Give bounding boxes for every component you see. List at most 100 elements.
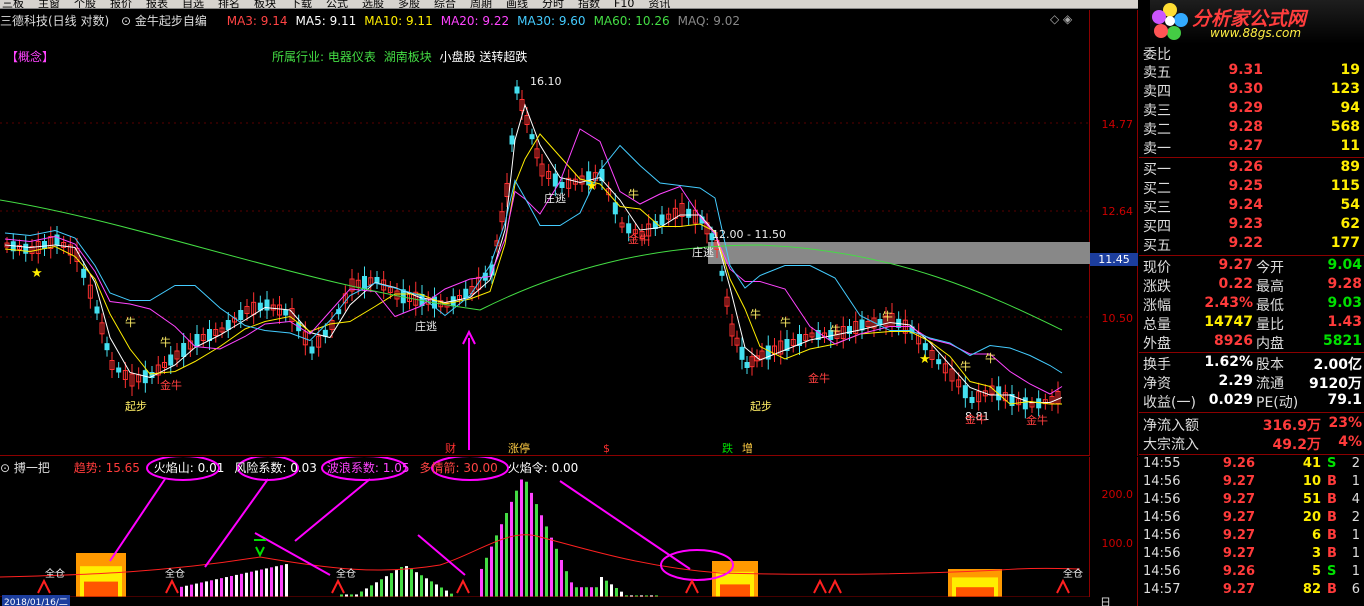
candle-body: [514, 86, 520, 94]
menu-item[interactable]: 报表: [146, 0, 168, 8]
ask-label: 卖四: [1143, 84, 1171, 100]
tick-volume: 51: [1302, 492, 1321, 507]
candle-body: [94, 306, 100, 314]
industry-label[interactable]: 所属行业: 电器仪表: [272, 50, 376, 64]
indicator-bar: [590, 587, 593, 597]
menu-item[interactable]: 主窗: [38, 0, 60, 8]
indicator-name-text: 搏一把: [13, 461, 50, 475]
tick-row: 14:55 9.26 41 S 2: [1141, 456, 1364, 474]
indicator-bar: [265, 568, 268, 597]
candle-body: [744, 362, 750, 368]
menu-item[interactable]: 资讯: [648, 0, 670, 8]
quote-value: 9120万: [1309, 376, 1362, 392]
separator: [1139, 352, 1364, 353]
menu-item[interactable]: 报价: [110, 0, 132, 8]
signal-zhangting: 涨停: [508, 441, 530, 455]
quote-value: 14747: [1204, 314, 1253, 330]
candle-body: [922, 343, 928, 351]
menu-item[interactable]: 板块: [254, 0, 276, 8]
quote-value: 9.03: [1327, 295, 1362, 311]
industry-line: 所属行业: 电器仪表 湖南板块 小盘股 送转超跌: [272, 48, 527, 65]
band-label: 12.00 - 11.50: [712, 228, 786, 241]
signal-triangle: [456, 578, 470, 594]
menu-item[interactable]: 下载: [290, 0, 312, 8]
menu-item[interactable]: F10: [614, 0, 634, 8]
ask-label: 卖二: [1143, 122, 1171, 138]
indicator-bar: [545, 526, 548, 597]
menu-item[interactable]: 公式: [326, 0, 348, 8]
candle-body: [739, 346, 745, 360]
indicator-axis: 200.0 100.0: [1090, 457, 1138, 606]
flow-value: 49.2万: [1272, 437, 1321, 453]
quote-row: 总量 14747 量比 1.43: [1141, 314, 1364, 333]
indicator-bar: [415, 572, 418, 597]
menu-item[interactable]: 三板: [2, 0, 24, 8]
candle-body: [626, 223, 632, 234]
tick-side: B: [1327, 582, 1337, 597]
indicator-bar: [285, 564, 288, 597]
indicator-bar: [615, 588, 618, 597]
indicator-name[interactable]: ⊙ 搏一把: [0, 461, 60, 475]
indicator-svg: 全仓 全仓 全仓 全仓: [0, 455, 1090, 598]
region-label[interactable]: 湖南板块: [384, 50, 432, 64]
concept-tag[interactable]: 【概念】: [6, 48, 54, 65]
chart-controls[interactable]: ◇ ◈: [1050, 12, 1072, 26]
menu-item[interactable]: 周期: [470, 0, 492, 8]
quote-label: 今开: [1256, 260, 1284, 276]
indicator-header: ⊙ 搏一把 趋势: 15.65 火焰山: 0.01 风险系数: 0.03 波浪系数:…: [0, 459, 598, 476]
quote-label: 流通: [1256, 376, 1284, 392]
quote-label: 收益(一): [1143, 395, 1196, 411]
quan-cang-label: 全仓: [336, 567, 356, 580]
bid-volume: 115: [1330, 178, 1360, 194]
menu-item[interactable]: 选股: [362, 0, 384, 8]
tick-price: 9.26: [1222, 564, 1255, 579]
menu-item[interactable]: 画线: [506, 0, 528, 8]
stock-title[interactable]: 三德科技(日线 对数): [0, 14, 109, 28]
tick-volume: 6: [1311, 528, 1321, 543]
indicator-tick: 100.0: [1101, 537, 1134, 550]
indicator-bar: [275, 566, 278, 597]
indicator-bar: [190, 584, 193, 597]
signal-triangle: [813, 578, 827, 594]
flow-row: 净流入额 316.9万 23%: [1141, 415, 1364, 434]
order-ratio-label: 委比: [1143, 47, 1171, 63]
bid-label: 买三: [1143, 200, 1171, 216]
tick-time: 14:55: [1143, 456, 1181, 471]
bid-row: 买五 9.22 177: [1141, 235, 1364, 254]
indicator-bar: [260, 569, 263, 597]
quote-value: 2.29: [1218, 373, 1253, 389]
tick-side: B: [1327, 546, 1337, 561]
menu-item[interactable]: 综合: [434, 0, 456, 8]
candle-body: [859, 319, 865, 331]
ask-price: 9.27: [1228, 138, 1263, 154]
indicator-bar: [235, 574, 238, 597]
menu-item[interactable]: 分时: [542, 0, 564, 8]
ask-price: 9.29: [1228, 100, 1263, 116]
menu-item[interactable]: 个股: [74, 0, 96, 8]
indicator-bar: [500, 524, 503, 597]
indicator-bar: [385, 576, 388, 597]
candle-body: [225, 320, 231, 330]
kline-chart[interactable]: 16.10 12.00 - 11.50 8.81 起步 起步 金牛 金牛 金牛 金牛 金牛牛牛牛牛…: [0, 10, 1090, 456]
quote-label: 换手: [1143, 357, 1171, 373]
price-tick: 10.50: [1101, 312, 1134, 325]
menu-item[interactable]: 自选: [182, 0, 204, 8]
annotation-arrow: [294, 478, 371, 542]
tick-time: 14:57: [1143, 582, 1181, 597]
indicator-bar: [420, 575, 423, 597]
flow-pct: 23%: [1328, 415, 1362, 431]
tag-label: 小盘股 送转超跌: [439, 50, 528, 64]
signal-triangle: [165, 578, 179, 594]
indicator-bar: [410, 569, 413, 597]
menu-item[interactable]: 多股: [398, 0, 420, 8]
menu-item[interactable]: 排名: [218, 0, 240, 8]
ma-value: MA5: 9.11: [295, 14, 357, 28]
indicator-bar: [480, 568, 483, 597]
indicator-chart[interactable]: 全仓 全仓 全仓 全仓: [0, 455, 1090, 606]
candle-body: [463, 288, 469, 299]
formula-selector[interactable]: ⊙ 金牛起步自编: [121, 14, 215, 28]
menu-item[interactable]: 指数: [578, 0, 600, 8]
tick-time: 14:56: [1143, 510, 1181, 525]
quote-row: 换手 1.62% 股本 2.00亿: [1141, 354, 1364, 373]
indicator-bar: [200, 582, 203, 597]
